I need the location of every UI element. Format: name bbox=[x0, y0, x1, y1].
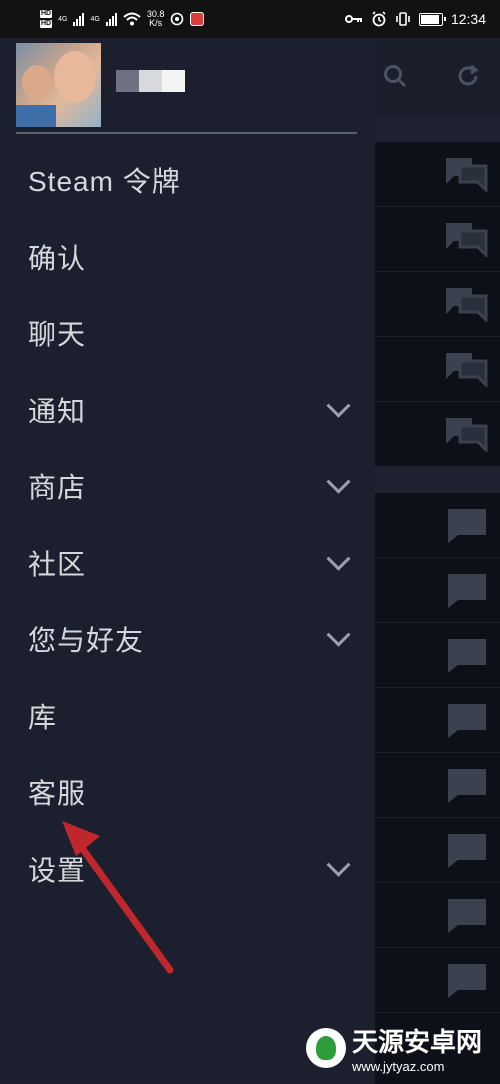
list-item[interactable] bbox=[375, 142, 500, 207]
signal-icon-2 bbox=[105, 12, 117, 26]
group-chat-icon bbox=[446, 288, 488, 322]
avatar-face-right bbox=[54, 51, 96, 103]
vibrate-icon bbox=[396, 12, 410, 26]
chat-icon bbox=[448, 834, 486, 868]
alarm-icon bbox=[372, 11, 386, 27]
hd-label-1: HD bbox=[40, 10, 53, 18]
drawer-divider bbox=[16, 132, 357, 134]
avatar-shirt bbox=[16, 105, 56, 127]
network-gen-1: 4G bbox=[58, 15, 68, 23]
chat-icon bbox=[448, 704, 486, 738]
watermark: 天源安卓网 www.jytyaz.com bbox=[305, 1022, 482, 1074]
background-toolbar bbox=[375, 38, 500, 116]
menu-item[interactable]: 社区 bbox=[0, 525, 375, 601]
list-item[interactable] bbox=[375, 818, 500, 883]
list-item[interactable] bbox=[375, 337, 500, 402]
menu-item[interactable]: 确认 bbox=[0, 219, 375, 295]
list-item[interactable] bbox=[375, 623, 500, 688]
chevron-down-icon[interactable] bbox=[326, 622, 351, 647]
list-item[interactable] bbox=[375, 753, 500, 818]
background-list bbox=[375, 116, 500, 1013]
hd-label-2: HD bbox=[40, 20, 53, 28]
search-icon[interactable] bbox=[382, 63, 408, 89]
list-item[interactable] bbox=[375, 207, 500, 272]
network-gen-2: 4G bbox=[90, 15, 100, 23]
watermark-url: www.jytyaz.com bbox=[351, 1059, 445, 1074]
menu-item[interactable]: 聊天 bbox=[0, 295, 375, 371]
menu-item-label: 聊天 bbox=[28, 319, 87, 350]
menu-item[interactable]: 商店 bbox=[0, 448, 375, 524]
menu-item-label: Steam 令牌 bbox=[28, 166, 181, 197]
menu-item[interactable]: 设置 bbox=[0, 831, 375, 907]
menu-item[interactable]: 通知 bbox=[0, 372, 375, 448]
username-redacted bbox=[116, 70, 185, 92]
menu-item-label: 确认 bbox=[28, 242, 87, 274]
status-right: 12:34 bbox=[344, 6, 486, 32]
avatar[interactable] bbox=[16, 43, 101, 127]
menu-item[interactable]: Steam 令牌 bbox=[0, 142, 375, 218]
menu-item[interactable]: 您与好友 bbox=[0, 601, 375, 677]
avatar-face-left bbox=[22, 65, 52, 101]
status-left: HD HD 4G 4G 30.8 K/s bbox=[40, 6, 205, 32]
chevron-down-icon[interactable] bbox=[326, 852, 351, 877]
chevron-down-icon[interactable] bbox=[326, 393, 351, 418]
chevron-down-icon[interactable] bbox=[326, 469, 351, 494]
section-header bbox=[375, 467, 500, 493]
list-item[interactable] bbox=[375, 493, 500, 558]
signal-icon bbox=[73, 12, 85, 26]
watermark-logo-icon bbox=[305, 1028, 346, 1068]
menu-item-label: 商店 bbox=[28, 472, 87, 503]
chat-icon bbox=[448, 899, 486, 933]
chat-icon bbox=[448, 574, 486, 608]
chat-icon bbox=[448, 769, 486, 803]
hd-indicator: HD HD bbox=[40, 10, 53, 28]
wifi-icon bbox=[123, 12, 141, 26]
chat-icon bbox=[448, 964, 486, 998]
menu-item[interactable]: 客服 bbox=[0, 754, 375, 830]
list-item[interactable] bbox=[375, 402, 500, 467]
network-speed: 30.8 K/s bbox=[147, 10, 165, 28]
screen: HD HD 4G 4G 30.8 K/s 12:34 Steam 令牌 确认 聊… bbox=[0, 0, 500, 1084]
group-chat-icon bbox=[446, 223, 488, 257]
list-item[interactable] bbox=[375, 558, 500, 623]
menu-item-label: 客服 bbox=[28, 778, 87, 809]
watermark-title: 天源安卓网 bbox=[351, 1027, 482, 1057]
group-chat-icon bbox=[446, 418, 488, 452]
menu-item-label: 社区 bbox=[28, 548, 87, 580]
menu-item[interactable]: 库 bbox=[0, 678, 375, 754]
menu-item-label: 库 bbox=[28, 701, 58, 733]
group-chat-icon bbox=[446, 353, 488, 387]
battery-icon bbox=[418, 12, 446, 26]
speed-unit: K/s bbox=[149, 18, 163, 28]
chevron-down-icon[interactable] bbox=[326, 546, 351, 571]
list-item[interactable] bbox=[375, 688, 500, 753]
navigation-drawer: Steam 令牌 确认聊天通知商店社区您与好友库客服设置 bbox=[0, 38, 375, 1084]
group-chat-icon bbox=[446, 158, 488, 192]
key-icon bbox=[344, 15, 362, 23]
section-header bbox=[375, 116, 500, 142]
list-item[interactable] bbox=[375, 948, 500, 1013]
refresh-icon[interactable] bbox=[455, 63, 481, 89]
chat-icon bbox=[448, 509, 486, 543]
menu-item-label: 您与好友 bbox=[28, 625, 145, 656]
menu-item-label: 设置 bbox=[28, 854, 87, 886]
status-bar: HD HD 4G 4G 30.8 K/s 12:34 bbox=[0, 0, 500, 38]
menu-item-label: 通知 bbox=[28, 395, 87, 427]
background-content bbox=[375, 38, 500, 1084]
clock: 12:34 bbox=[450, 11, 486, 27]
app-notification-icon bbox=[190, 12, 205, 26]
list-item[interactable] bbox=[375, 883, 500, 948]
chat-icon bbox=[448, 639, 486, 673]
list-item[interactable] bbox=[375, 272, 500, 337]
location-icon bbox=[171, 12, 184, 26]
